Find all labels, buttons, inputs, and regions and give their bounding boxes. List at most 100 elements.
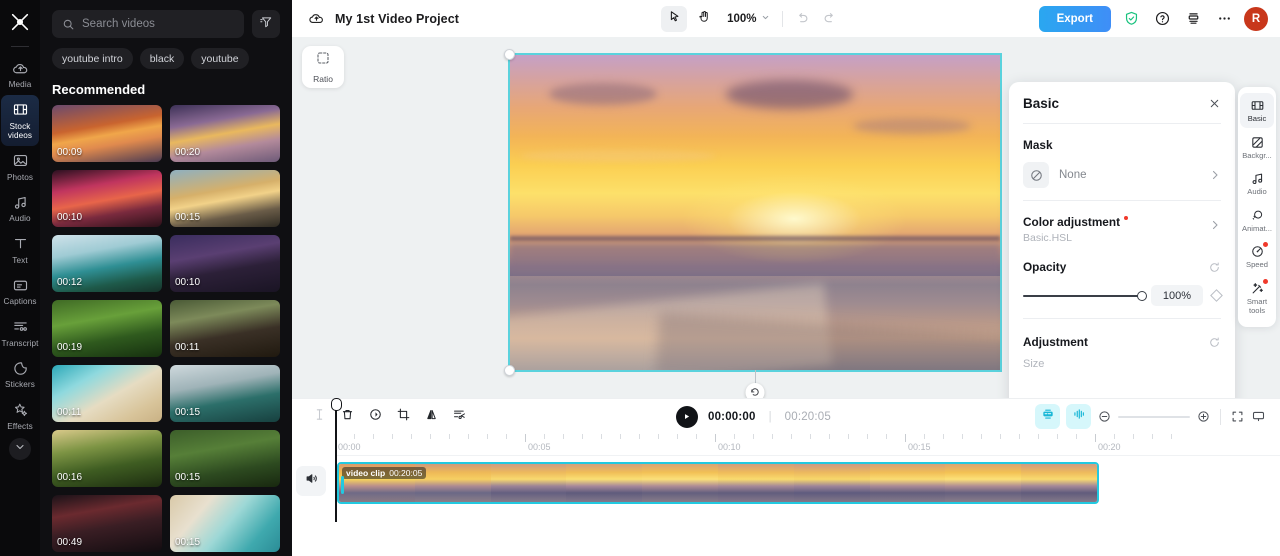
sidebar-item-captions[interactable]: Captions <box>1 270 39 312</box>
timeline-zoom-slider[interactable] <box>1118 415 1190 418</box>
auto-captions-toggle[interactable] <box>1035 404 1060 429</box>
rotate-handle[interactable] <box>745 383 765 398</box>
opacity-value-input[interactable]: 100% <box>1151 285 1203 306</box>
list-item[interactable]: 00:15 <box>170 170 280 227</box>
sidebar-item-media[interactable]: Media <box>1 53 39 95</box>
question-circle-icon[interactable] <box>1151 8 1173 30</box>
resize-handle-bottom-left[interactable] <box>504 365 515 376</box>
left-nav-rail: Media Stock videos Photos Audio Text Cap… <box>0 0 40 556</box>
panel-divider <box>1023 200 1221 201</box>
rotate-button[interactable] <box>362 404 388 430</box>
mask-selector-row[interactable]: None <box>1023 162 1221 188</box>
list-item[interactable]: 00:16 <box>52 430 162 487</box>
sidebar-item-label: Photos <box>6 172 34 182</box>
ratio-button[interactable]: Ratio <box>302 46 344 88</box>
color-adjustment-title-wrap: Color adjustment <box>1023 215 1129 229</box>
tab-animation[interactable]: Animat... <box>1240 203 1274 238</box>
sidebar-item-stock-videos[interactable]: Stock videos <box>1 94 39 146</box>
filter-button[interactable] <box>252 10 280 38</box>
list-item[interactable]: 00:15 <box>170 495 280 552</box>
timeline-ruler[interactable]: 00:00 00:05 00:10 00:15 00:20 <box>335 434 1280 456</box>
new-badge-dot <box>1263 278 1268 284</box>
list-item[interactable]: 00:12 <box>52 235 162 292</box>
sidebar-item-audio[interactable]: Audio <box>1 187 39 229</box>
list-item[interactable]: 00:15 <box>170 365 280 422</box>
present-screen-icon[interactable] <box>1251 409 1266 424</box>
preview-canvas[interactable]: Ratio Basic Mask None Color adjustment B… <box>292 37 1280 398</box>
reset-icon[interactable] <box>1208 261 1221 274</box>
list-item[interactable]: 00:09 <box>52 105 162 162</box>
list-item[interactable]: 00:11 <box>170 300 280 357</box>
tab-audio[interactable]: Audio <box>1240 166 1274 201</box>
tab-basic[interactable]: Basic <box>1240 93 1274 128</box>
redo-button[interactable] <box>822 11 837 26</box>
playhead[interactable] <box>330 398 342 522</box>
playhead-handle[interactable] <box>330 398 342 411</box>
list-item[interactable]: 00:11 <box>52 365 162 422</box>
list-item[interactable]: 00:19 <box>52 300 162 357</box>
cloud-sync-icon[interactable] <box>308 10 325 27</box>
sidebar-item-transcript[interactable]: Transcript <box>1 312 39 354</box>
ratio-label: Ratio <box>313 74 333 84</box>
tab-smart-tools[interactable]: Smart tools <box>1240 276 1274 319</box>
thumbnail-duration: 00:12 <box>57 277 83 288</box>
export-button[interactable]: Export <box>1038 5 1111 32</box>
tag-chip[interactable]: youtube intro <box>52 48 133 69</box>
zoom-level-dropdown[interactable]: 100% <box>727 13 769 25</box>
track-mute-button[interactable] <box>296 466 326 496</box>
resize-handle-top-left[interactable] <box>504 49 515 60</box>
sidebar-item-label: Audio <box>9 214 31 223</box>
search-box[interactable] <box>52 10 244 38</box>
select-tool-button[interactable] <box>661 5 688 32</box>
play-button[interactable] <box>675 405 698 428</box>
avatar[interactable]: R <box>1244 6 1268 31</box>
tag-chip[interactable]: black <box>139 48 185 69</box>
split-button[interactable] <box>306 404 332 430</box>
page-title[interactable]: My 1st Video Project <box>335 12 459 26</box>
list-item[interactable]: 00:10 <box>52 170 162 227</box>
close-icon[interactable] <box>1208 97 1221 110</box>
clip-trim-handle-left[interactable] <box>341 476 344 494</box>
thumbnail-duration: 00:49 <box>57 537 83 548</box>
shield-check-icon[interactable] <box>1120 8 1142 30</box>
tag-chip[interactable]: youtube <box>191 48 249 69</box>
zoom-in-circle-icon[interactable] <box>1196 409 1211 424</box>
capcut-logo-icon[interactable] <box>4 6 36 38</box>
ruler-tick <box>715 434 716 442</box>
crop-button[interactable] <box>390 404 416 430</box>
search-input[interactable] <box>82 18 234 30</box>
zoom-out-circle-icon[interactable] <box>1097 409 1112 424</box>
timeline-video-clip[interactable]: video clip 00:20:05 <box>337 462 1099 504</box>
list-item[interactable]: 00:49 <box>52 495 162 552</box>
opacity-slider[interactable] <box>1023 290 1147 301</box>
more-horizontal-icon[interactable] <box>1213 8 1235 30</box>
mirror-button[interactable] <box>418 404 444 430</box>
reset-icon[interactable] <box>1208 336 1221 349</box>
expand-sidebar-button[interactable] <box>9 438 31 460</box>
keyframe-diamond-icon[interactable] <box>1210 289 1223 302</box>
tab-label: Speed <box>1246 260 1268 270</box>
ruler-tick <box>905 434 906 442</box>
ruler-tick <box>829 434 830 439</box>
hand-tool-button[interactable] <box>691 6 717 32</box>
ruler-tick <box>981 434 982 439</box>
undo-button[interactable] <box>795 11 810 26</box>
fullscreen-icon[interactable] <box>1230 409 1245 424</box>
sidebar-item-text[interactable]: Text <box>1 229 39 271</box>
list-item[interactable]: 00:20 <box>170 105 280 162</box>
tab-background[interactable]: Backgr... <box>1240 130 1274 165</box>
list-item[interactable]: 00:10 <box>170 235 280 292</box>
list-item[interactable]: 00:15 <box>170 430 280 487</box>
auto-cut-button[interactable] <box>446 404 472 430</box>
color-adjustment-row[interactable]: Color adjustment Basic.HSL <box>1023 215 1221 244</box>
sidebar-item-effects[interactable]: Effects <box>1 395 39 437</box>
stack-icon[interactable] <box>1182 8 1204 30</box>
music-note-icon <box>11 193 29 211</box>
video-preview-frame[interactable] <box>504 49 1002 398</box>
audio-wave-toggle[interactable] <box>1066 404 1091 429</box>
ruler-tick <box>848 434 849 439</box>
opacity-slider-knob[interactable] <box>1137 290 1147 301</box>
sidebar-item-stickers[interactable]: Stickers <box>1 353 39 395</box>
sidebar-item-photos[interactable]: Photos <box>1 146 39 188</box>
tab-speed[interactable]: Speed <box>1240 239 1274 274</box>
